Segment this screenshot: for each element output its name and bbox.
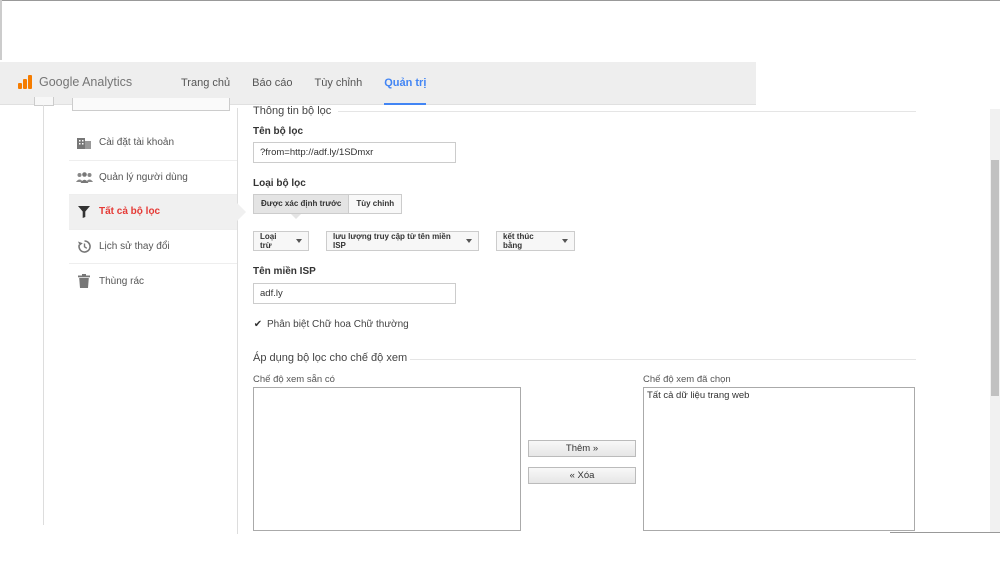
users-icon (69, 171, 99, 183)
account-selector-stub[interactable] (34, 97, 54, 106)
nav-admin[interactable]: Quản trị (384, 62, 427, 105)
chevron-down-icon (562, 239, 568, 243)
chevron-down-icon (296, 239, 302, 243)
sidebar-item-account-settings[interactable]: Cài đặt tài khoản (69, 126, 237, 161)
sidebar-item-label: Thùng rác (99, 275, 145, 287)
apply-views-rule (410, 359, 916, 360)
selected-views-list[interactable]: Tất cả dữ liệu trang web (643, 387, 915, 531)
search-stub[interactable] (72, 98, 230, 111)
building-icon (69, 136, 99, 150)
scrollbar-thumb[interactable] (991, 160, 999, 396)
dropdown-value: lưu lượng truy cập từ tên miền ISP (333, 232, 451, 250)
include-exclude-dropdown[interactable]: Loại trừ (253, 231, 309, 251)
isp-domain-label: Tên miền ISP (253, 266, 316, 277)
filter-type-toggle: Được xác định trước Tùy chỉnh (253, 194, 403, 219)
logo[interactable]: Google Analytics (18, 75, 132, 89)
trash-icon (69, 274, 99, 289)
bottom-right-border (890, 532, 1000, 533)
admin-menu: Cài đặt tài khoản Quản lý người dùng Tất… (69, 126, 246, 299)
left-rail (43, 105, 44, 525)
available-views-list[interactable] (253, 387, 521, 531)
remove-view-button[interactable]: « Xóa (528, 467, 636, 484)
sidebar-item-label: Quản lý người dùng (99, 171, 188, 183)
top-border (0, 0, 1000, 1)
apply-views-title: Áp dụng bộ lọc cho chế độ xem (253, 352, 408, 364)
filter-name-label: Tên bộ lọc (253, 126, 303, 137)
nav-customization[interactable]: Tùy chỉnh (315, 62, 363, 105)
selected-views-label: Chế độ xem đã chọn (643, 374, 731, 385)
dropdown-value: kết thúc bằng (503, 232, 534, 250)
list-item[interactable]: Tất cả dữ liệu trang web (647, 390, 911, 401)
filter-icon (69, 205, 99, 218)
sidebar-item-trash[interactable]: Thùng rác (69, 264, 237, 299)
sidebar-item-all-filters[interactable]: Tất cả bộ lọc (69, 195, 246, 230)
filter-info-rule (338, 111, 916, 112)
add-view-button[interactable]: Thêm » (528, 440, 636, 457)
sidebar-item-change-history[interactable]: Lịch sử thay đổi (69, 230, 237, 264)
custom-option[interactable]: Tùy chỉnh (349, 194, 403, 214)
sidebar-item-label: Lịch sử thay đổi (99, 240, 170, 252)
case-sensitive-checkbox[interactable]: ✔ (253, 319, 263, 330)
analytics-logo-icon (18, 75, 34, 89)
content-divider (237, 108, 238, 534)
chevron-down-icon (466, 239, 472, 243)
available-views-label: Chế độ xem sẵn có (253, 374, 335, 385)
history-icon (69, 239, 99, 253)
filter-name-input[interactable] (253, 142, 456, 163)
predefined-option[interactable]: Được xác định trước (253, 194, 350, 219)
sidebar-item-user-management[interactable]: Quản lý người dùng (69, 161, 237, 195)
left-edge (0, 0, 2, 60)
isp-domain-input[interactable] (253, 283, 456, 304)
filter-info-title: Thông tin bộ lọc (253, 105, 332, 117)
case-sensitive-label: Phân biệt Chữ hoa Chữ thường (267, 319, 409, 330)
sidebar-item-label: Tất cả bộ lọc (99, 206, 161, 218)
case-sensitive-row: ✔ Phân biệt Chữ hoa Chữ thường (253, 319, 409, 330)
nav-reports[interactable]: Báo cáo (252, 62, 292, 105)
sidebar-item-label: Cài đặt tài khoản (99, 137, 175, 149)
dropdown-value: Loại trừ (260, 232, 277, 250)
source-dropdown[interactable]: lưu lượng truy cập từ tên miền ISP (326, 231, 479, 251)
filter-type-label: Loại bộ lọc (253, 178, 306, 189)
logo-text: Google Analytics (39, 75, 133, 89)
expression-dropdown[interactable]: kết thúc bằng (496, 231, 575, 251)
